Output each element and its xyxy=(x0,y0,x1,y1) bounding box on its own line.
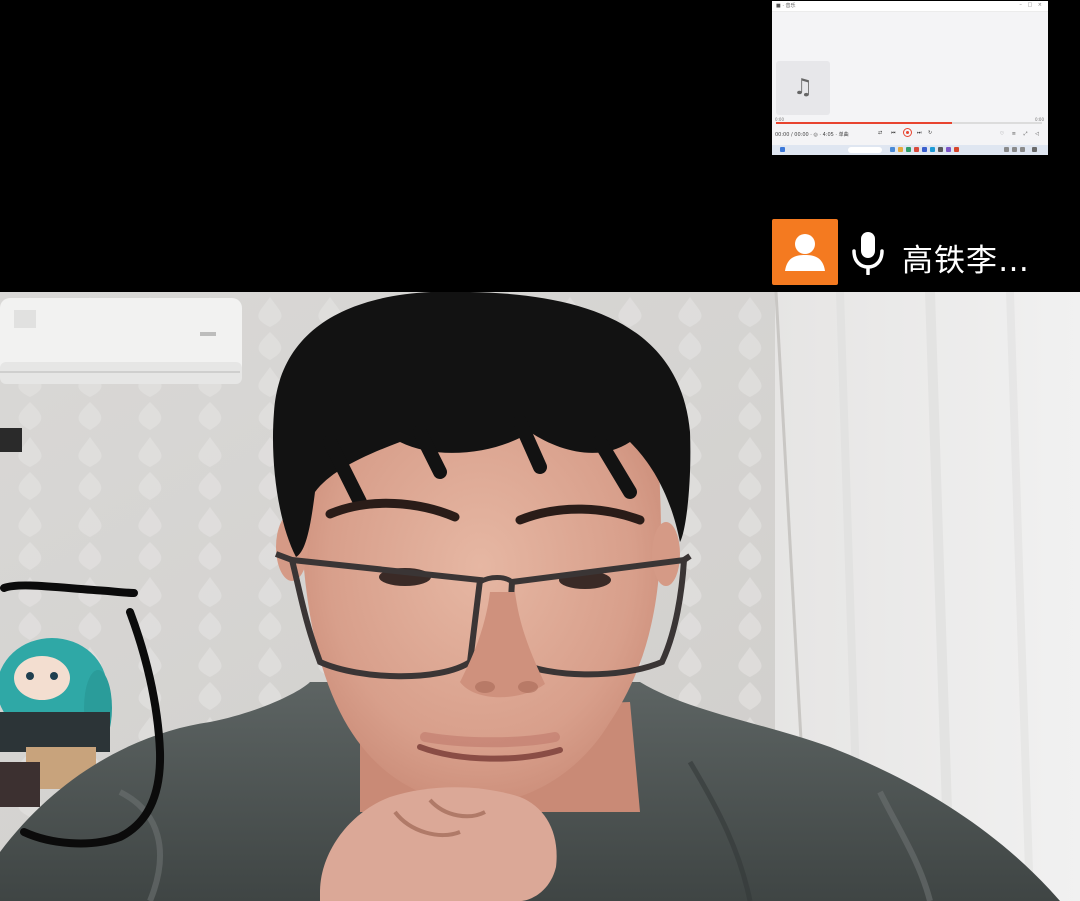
taskbar-app-icon xyxy=(922,147,927,152)
tray-icon xyxy=(1012,147,1017,152)
taskbar-app-icon xyxy=(906,147,911,152)
shared-window-title: ■ · 音乐 xyxy=(776,3,796,9)
music-note-icon: ♫ xyxy=(793,75,813,100)
tray-icon xyxy=(1004,147,1009,152)
taskbar-app-icon xyxy=(954,147,959,152)
extra-controls: ♡ ≡ ⤢ ◁ xyxy=(999,131,1042,137)
air-conditioner xyxy=(0,298,242,384)
taskbar-app-icon xyxy=(898,147,903,152)
top-bar: ■ · 音乐 – □ × ♫ 0:00 0:00 00:00 / 00:00 ·… xyxy=(0,0,1080,292)
next-icon: ⏭ xyxy=(917,130,922,136)
taskbar-app-icon xyxy=(890,147,895,152)
taskbar-app-icon xyxy=(946,147,951,152)
playback-controls: ⇄ ⏮ ⏭ ↻ xyxy=(876,128,936,138)
shared-window-titlebar: ■ · 音乐 – □ × xyxy=(772,1,1048,12)
shared-screen-thumbnail[interactable]: ■ · 音乐 – □ × ♫ 0:00 0:00 00:00 / 00:00 ·… xyxy=(772,1,1048,155)
album-art: ♫ xyxy=(776,61,830,115)
taskbar-search xyxy=(848,147,882,153)
start-icon xyxy=(780,147,785,152)
track-info: 00:00 / 00:00 · ◎ · 4:05 · 单曲 xyxy=(775,132,849,138)
taskbar-app-icon xyxy=(914,147,919,152)
video-call-screen: ■ · 音乐 – □ × ♫ 0:00 0:00 00:00 / 00:00 ·… xyxy=(0,0,1080,901)
video-frame xyxy=(0,292,1080,901)
taskbar-app-icon xyxy=(938,147,943,152)
shared-taskbar xyxy=(772,145,1048,155)
playback-progress-bar xyxy=(776,122,1042,124)
repeat-icon: ↻ xyxy=(928,130,933,136)
microphone-icon[interactable] xyxy=(850,231,886,276)
play-pause-icon xyxy=(903,128,912,137)
participant-name: 高铁李… xyxy=(902,243,1030,279)
shared-window-buttons: – □ × xyxy=(1019,2,1044,8)
camera-video-feed xyxy=(0,292,1080,901)
clock-icon xyxy=(1032,147,1037,152)
previous-icon: ⏮ xyxy=(891,130,896,136)
person-avatar-icon xyxy=(772,219,838,285)
taskbar-app-icon xyxy=(930,147,935,152)
playback-progress-fill xyxy=(776,122,952,124)
tray-icon xyxy=(1020,147,1025,152)
shuffle-icon: ⇄ xyxy=(878,130,883,136)
